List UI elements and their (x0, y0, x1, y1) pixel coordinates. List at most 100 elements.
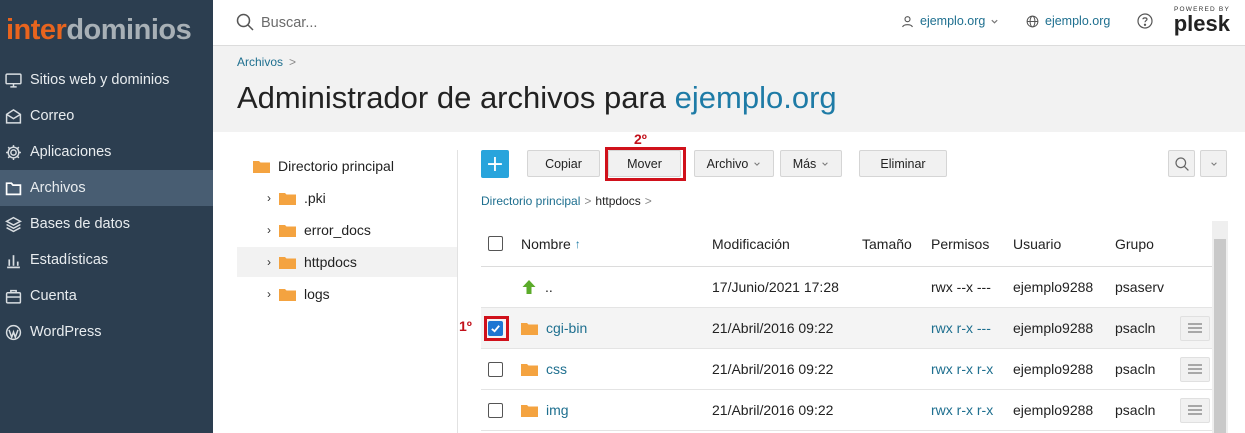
help-icon[interactable] (1137, 13, 1153, 29)
monitor-icon (5, 72, 22, 88)
checkbox-highlight (484, 316, 509, 341)
file-menu-button[interactable]: Archivo (694, 150, 774, 177)
column-group[interactable]: Grupo (1115, 221, 1154, 266)
search-input[interactable] (261, 12, 561, 34)
scrollbar-thumb[interactable] (1214, 239, 1226, 433)
path-breadcrumb: Directorio principal > httpdocs > (481, 194, 656, 208)
account-menu[interactable]: ejemplo.org (901, 14, 999, 28)
page-title-domain[interactable]: ejemplo.org (675, 80, 837, 115)
perms-cell[interactable]: rwx r-x r-x (931, 349, 993, 389)
move-highlight (605, 147, 686, 181)
tree-item-logs[interactable]: › logs (263, 279, 457, 309)
row-checkbox[interactable] (488, 361, 503, 377)
sidebar-item-wordpress[interactable]: WordPress (0, 314, 213, 350)
column-modified[interactable]: Modificación (712, 221, 790, 266)
table-row[interactable]: .. 17/Junio/2021 17:28 rwx --x --- ejemp… (481, 267, 1212, 308)
table-row[interactable]: cgi-bin 21/Abril/2016 09:22 rwx r-x --- … (481, 308, 1212, 349)
row-checkbox[interactable] (488, 402, 503, 418)
select-cell (488, 349, 503, 389)
gear-icon (6, 144, 21, 160)
folder-icon (5, 181, 22, 195)
globe-icon (1026, 15, 1039, 27)
sidebar-item-aplicaciones[interactable]: Aplicaciones (0, 134, 213, 170)
folder-icon (279, 256, 296, 269)
file-name[interactable]: .. (545, 279, 553, 295)
up-arrow-icon[interactable] (521, 279, 537, 295)
chevron-right-icon[interactable]: › (263, 287, 275, 301)
tree-item-label: error_docs (304, 222, 371, 238)
search-toggle-button[interactable] (1168, 150, 1195, 177)
sidebar-item-correo[interactable]: Correo (0, 98, 213, 134)
tree-root-label: Directorio principal (278, 158, 394, 174)
tree-item-httpdocs[interactable]: › httpdocs (237, 247, 457, 277)
wordpress-icon (5, 324, 22, 340)
folder-icon (279, 224, 296, 237)
tree-item-label: .pki (304, 190, 326, 206)
chevron-down-icon (822, 161, 829, 166)
options-dropdown-button[interactable] (1200, 150, 1227, 177)
tree-item-label: logs (304, 286, 330, 302)
tree-item-pki[interactable]: › .pki (263, 183, 457, 213)
tree-root[interactable]: Directorio principal (253, 151, 457, 181)
group-cell: psaserv (1115, 279, 1165, 295)
breadcrumb-archivos[interactable]: Archivos (237, 55, 283, 69)
sidebar-item-label: Archivos (30, 180, 86, 196)
tree-item-label: httpdocs (304, 254, 357, 270)
breadcrumb-separator: > (584, 194, 592, 208)
sidebar-item-label: Estadísticas (30, 252, 109, 268)
select-all-checkbox[interactable] (488, 236, 503, 251)
breadcrumb: Archivos > (237, 55, 296, 69)
row-menu-button[interactable] (1180, 356, 1210, 382)
chevron-right-icon[interactable]: › (263, 255, 275, 269)
table-row[interactable]: img 21/Abril/2016 09:22 rwx r-x r-x ejem… (481, 390, 1212, 431)
domain-label: ejemplo.org (1045, 14, 1111, 28)
more-menu-button[interactable]: Más (780, 150, 842, 177)
chevron-right-icon[interactable]: › (263, 223, 275, 237)
chevron-down-icon (991, 19, 998, 24)
interdominios-logo[interactable]: interdominios (6, 14, 192, 47)
user-cell: ejemplo9288 (1013, 361, 1094, 377)
sidebar-item-estadisticas[interactable]: Estadísticas (0, 242, 213, 278)
file-name[interactable]: cgi-bin (546, 320, 587, 336)
perms-cell[interactable]: rwx r-x r-x (931, 390, 993, 430)
bar-chart-icon (7, 254, 20, 268)
table-header: Nombre ↑ Modificación Tamaño Permisos Us… (481, 221, 1212, 267)
row-menu-button[interactable] (1180, 315, 1210, 341)
column-size[interactable]: Tamaño (862, 221, 912, 266)
sidebar-item-cuenta[interactable]: Cuenta (0, 278, 213, 314)
mail-icon (5, 108, 22, 124)
folder-icon (279, 192, 296, 205)
step-1-annotation: 1º (459, 318, 472, 334)
table-scrollbar[interactable] (1212, 221, 1228, 433)
tree-item-error-docs[interactable]: › error_docs (263, 215, 457, 245)
perms-cell[interactable]: rwx r-x --- (931, 308, 991, 348)
chevron-right-icon[interactable]: › (263, 191, 275, 205)
select-all-cell (488, 221, 503, 266)
modified-cell: 21/Abril/2016 09:22 (712, 361, 834, 377)
row-menu-button[interactable] (1180, 397, 1210, 423)
path-root-link[interactable]: Directorio principal (481, 194, 580, 208)
file-table: Nombre ↑ Modificación Tamaño Permisos Us… (481, 221, 1212, 433)
domain-link[interactable]: ejemplo.org (1026, 14, 1110, 28)
user-cell: ejemplo9288 (1013, 320, 1094, 336)
sort-asc-icon: ↑ (574, 236, 581, 251)
folder-icon (253, 160, 270, 173)
plesk-wordmark: plesk (1173, 11, 1230, 36)
breadcrumb-separator: > (644, 194, 652, 208)
column-name[interactable]: Nombre ↑ (521, 221, 581, 266)
column-perms[interactable]: Permisos (931, 221, 989, 266)
chevron-down-icon (754, 161, 761, 166)
sidebar-item-label: WordPress (30, 324, 102, 340)
column-user[interactable]: Usuario (1013, 221, 1061, 266)
copy-button[interactable]: Copiar (527, 150, 600, 177)
page-title: Administrador de archivos para ejemplo.o… (237, 80, 837, 116)
sidebar-item-sitios-web[interactable]: Sitios web y dominios (0, 62, 213, 98)
file-name[interactable]: css (546, 361, 567, 377)
add-button[interactable]: + (481, 150, 509, 178)
group-cell: psacln (1115, 402, 1156, 418)
sidebar-item-bases-de-datos[interactable]: Bases de datos (0, 206, 213, 242)
delete-button[interactable]: Eliminar (859, 150, 947, 177)
table-row[interactable]: css 21/Abril/2016 09:22 rwx r-x r-x ejem… (481, 349, 1212, 390)
sidebar-item-archivos[interactable]: Archivos (0, 170, 213, 206)
file-name[interactable]: img (546, 402, 569, 418)
